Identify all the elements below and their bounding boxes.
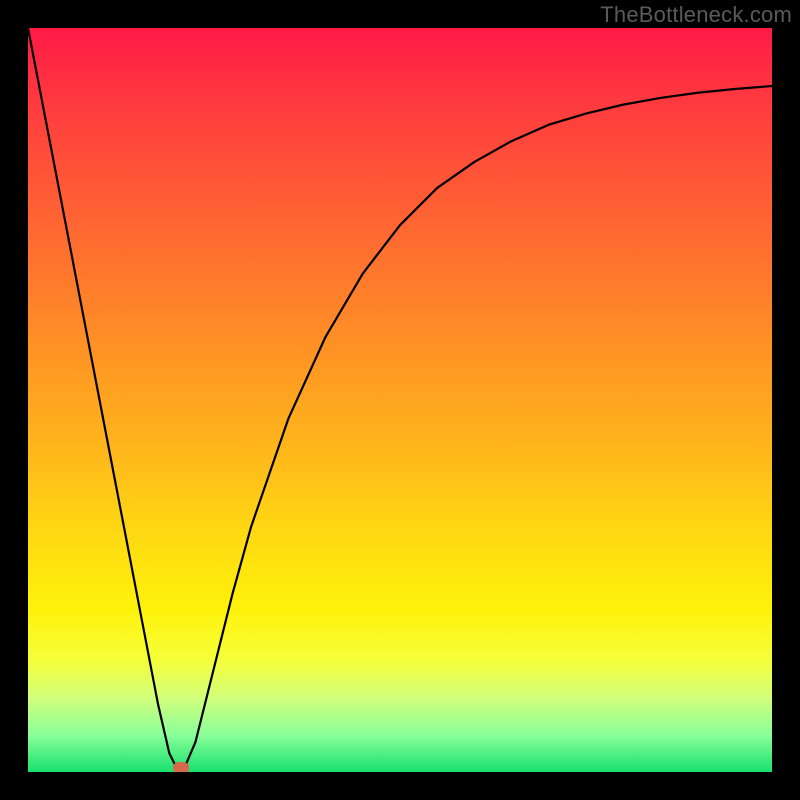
chart-frame: TheBottleneck.com (0, 0, 800, 800)
plot-area (28, 28, 772, 772)
optimum-marker-icon (173, 762, 189, 772)
watermark-text: TheBottleneck.com (600, 2, 792, 28)
bottleneck-curve (28, 28, 772, 772)
